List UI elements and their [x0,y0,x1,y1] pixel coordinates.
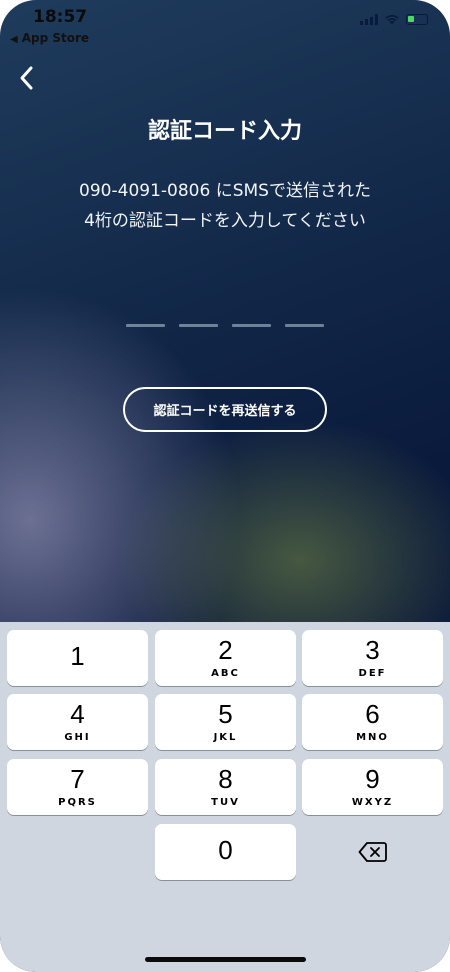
phone-screen: 18:57 ◀ App Store 認証コード入力 090-4091-0806 に… [0,0,450,972]
key-letters: DEF [358,668,387,679]
battery-icon [406,14,428,25]
key-8[interactable]: 8 TUV [155,759,296,815]
key-1[interactable]: 1 [7,630,148,686]
key-digit: 6 [365,699,380,729]
code-input[interactable] [126,324,324,327]
code-slot-1[interactable] [126,324,165,327]
key-7[interactable]: 7 PQRS [7,759,148,815]
key-letters: TUV [211,797,240,808]
back-to-app-label: App Store [21,31,90,45]
status-time: 18:57 [33,7,88,27]
instruction-line-1: 090-4091-0806 にSMSで送信された [79,181,371,201]
status-icons [360,14,428,25]
key-letters: GHI [64,732,91,743]
key-2[interactable]: 2 ABC [155,630,296,686]
back-triangle-icon: ◀ [10,34,18,45]
key-digit: 3 [365,635,380,665]
key-3[interactable]: 3 DEF [302,630,443,686]
chevron-left-icon [20,66,33,90]
key-letters: WXYZ [351,797,394,808]
key-digit: 0 [218,835,233,865]
key-6[interactable]: 6 MNO [302,694,443,750]
status-bar: 18:57 ◀ App Store [0,0,450,50]
delete-key[interactable] [302,824,443,880]
key-digit: 2 [218,635,233,665]
key-letters: MNO [356,732,389,743]
key-letters: ABC [211,668,240,679]
key-5[interactable]: 5 JKL [155,694,296,750]
key-digit: 7 [70,764,85,794]
key-4[interactable]: 4 GHI [7,694,148,750]
backspace-icon [358,842,387,862]
key-digit: 4 [70,699,85,729]
key-digit: 9 [365,764,380,794]
resend-code-button[interactable]: 認証コードを再送信する [123,387,327,432]
battery-level [408,16,414,22]
code-slot-3[interactable] [232,324,271,327]
key-digit: 8 [218,764,233,794]
home-indicator[interactable] [145,957,306,962]
key-letters: PQRS [58,797,97,808]
key-0[interactable]: 0 [155,824,296,880]
back-button[interactable] [8,60,44,96]
code-slot-2[interactable] [179,324,218,327]
signal-icon [360,14,378,25]
back-to-app-link[interactable]: ◀ App Store [10,31,89,45]
numeric-keypad: 1 2 ABC 3 DEF 4 GHI 5 JKL 6 MNO 7 PQRS 8… [0,622,450,972]
key-digit: 1 [70,641,85,671]
wifi-icon [385,14,399,25]
code-slot-4[interactable] [285,324,324,327]
instruction-line-2: 4桁の認証コードを入力してください [84,211,366,231]
key-digit: 5 [218,699,233,729]
instructions: 090-4091-0806 にSMSで送信された 4桁の認証コードを入力してくだ… [0,176,450,236]
page-title: 認証コード入力 [147,119,302,144]
key-letters: JKL [213,732,238,743]
key-9[interactable]: 9 WXYZ [302,759,443,815]
